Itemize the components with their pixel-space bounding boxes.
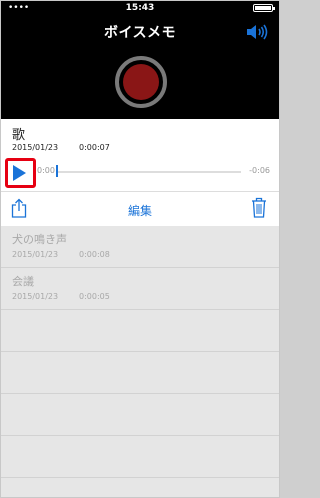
record-dot bbox=[123, 64, 159, 100]
record-button[interactable] bbox=[115, 56, 167, 108]
list-item[interactable]: 犬の鳴き声 2015/01/23 0:00:08 bbox=[1, 226, 279, 268]
app-screen: •••• 15:43 ボイスメモ 歌 2015/01/23 0:00:07 0:… bbox=[0, 0, 280, 498]
empty-row bbox=[1, 310, 279, 352]
empty-row bbox=[1, 352, 279, 394]
selected-memo-panel: 歌 2015/01/23 0:00:07 0:00 -0:06 編集 bbox=[1, 119, 279, 226]
progress-track[interactable] bbox=[56, 171, 241, 173]
list-item-date: 2015/01/23 bbox=[12, 292, 59, 301]
play-icon[interactable] bbox=[13, 165, 26, 181]
page-title: ボイスメモ bbox=[103, 25, 177, 41]
current-time: 0:00 bbox=[37, 166, 55, 175]
battery-icon bbox=[253, 4, 275, 12]
memo-toolbar: 編集 bbox=[1, 191, 279, 226]
play-highlight-box bbox=[5, 158, 36, 188]
empty-row bbox=[1, 394, 279, 436]
memo-date: 2015/01/23 bbox=[12, 143, 59, 152]
status-time: 15:43 bbox=[125, 3, 155, 13]
list-item-duration: 0:00:05 bbox=[79, 292, 110, 301]
list-item-duration: 0:00:08 bbox=[79, 250, 110, 259]
list-item-title: 会議 bbox=[12, 275, 34, 288]
status-bar: •••• 15:43 bbox=[1, 1, 279, 15]
memo-duration: 0:00:07 bbox=[79, 143, 110, 152]
recorder-header: •••• 15:43 ボイスメモ bbox=[1, 1, 279, 119]
memo-list: 犬の鳴き声 2015/01/23 0:00:08 会議 2015/01/23 0… bbox=[1, 226, 279, 497]
empty-row bbox=[1, 436, 279, 478]
list-item[interactable]: 会議 2015/01/23 0:00:05 bbox=[1, 268, 279, 310]
list-item-date: 2015/01/23 bbox=[12, 250, 59, 259]
trash-icon[interactable] bbox=[251, 197, 267, 218]
edit-button[interactable]: 編集 bbox=[1, 202, 279, 219]
list-item-title: 犬の鳴き声 bbox=[12, 233, 67, 246]
speaker-icon[interactable] bbox=[246, 24, 268, 40]
progress-handle[interactable] bbox=[56, 165, 58, 177]
remaining-time: -0:06 bbox=[249, 166, 270, 175]
memo-title: 歌 bbox=[12, 128, 26, 143]
empty-row bbox=[1, 478, 279, 497]
